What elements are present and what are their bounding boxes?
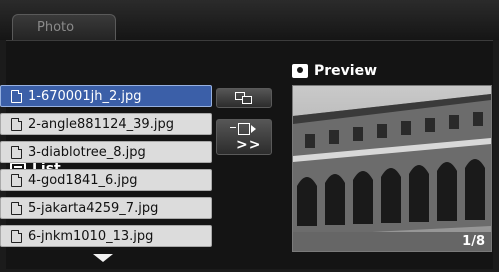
- preview-header: Preview: [292, 62, 377, 80]
- file-name: 6-jnkm1010_13.jpg: [28, 228, 154, 244]
- picture-icon: [292, 64, 308, 78]
- file-item[interactable]: 2-angle881124_39.jpg: [0, 113, 212, 135]
- copy-button[interactable]: [216, 88, 272, 108]
- file-item[interactable]: 5-jakarta4259_7.jpg: [0, 197, 212, 219]
- file-icon: [11, 201, 22, 215]
- file-name: 4-god1841_6.jpg: [28, 172, 138, 188]
- file-icon: [11, 89, 22, 103]
- image-counter: 1/8: [462, 234, 485, 249]
- move-icon: [230, 123, 256, 135]
- top-bar: Photo: [0, 0, 499, 41]
- file-list: 1-670001jh_2.jpg 2-angle881124_39.jpg 3-…: [0, 85, 212, 253]
- file-icon: [11, 145, 22, 159]
- file-name: 1-670001jh_2.jpg: [28, 88, 142, 104]
- file-icon: [11, 117, 22, 131]
- move-button[interactable]: >>: [216, 119, 272, 155]
- file-name: 5-jakarta4259_7.jpg: [28, 200, 159, 216]
- file-name: 2-angle881124_39.jpg: [28, 116, 174, 132]
- file-item[interactable]: 3-diablotree_8.jpg: [0, 141, 212, 163]
- file-name: 3-diablotree_8.jpg: [28, 144, 146, 160]
- tab-photo-label: Photo: [37, 20, 75, 35]
- file-icon: [11, 173, 22, 187]
- building-photo: [293, 86, 491, 251]
- tab-photo[interactable]: Photo: [12, 14, 116, 41]
- preview-title: Preview: [314, 63, 378, 79]
- preview-image: 1/8: [292, 85, 492, 252]
- copy-icon: [235, 92, 253, 104]
- file-item[interactable]: 4-god1841_6.jpg: [0, 169, 212, 191]
- photo-app-window: Photo List Preview 1-670001jh_2.jpg 2-an…: [0, 0, 499, 272]
- file-icon: [11, 229, 22, 243]
- file-item[interactable]: 1-670001jh_2.jpg: [0, 85, 212, 107]
- file-item[interactable]: 6-jnkm1010_13.jpg: [0, 225, 212, 247]
- scroll-down-arrow-icon[interactable]: [93, 254, 113, 262]
- more-chevron: >>: [236, 137, 262, 153]
